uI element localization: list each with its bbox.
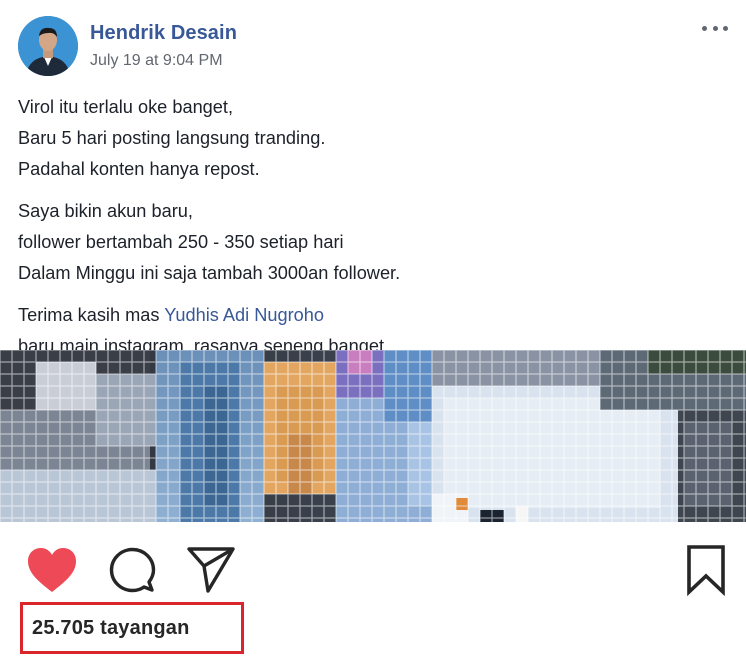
post-timestamp[interactable]: July 19 at 9:04 PM [90, 52, 223, 70]
heart-icon[interactable] [26, 546, 78, 599]
author-name[interactable]: Hendrik Desain [90, 22, 237, 45]
bookmark-icon[interactable] [686, 544, 726, 601]
more-horizontal-icon[interactable] [702, 18, 728, 38]
paragraph: Virol itu terlalu oke banget, Baru 5 har… [18, 92, 728, 185]
text-line: Terima kasih mas Yudhis Adi Nugroho [18, 300, 728, 331]
text-line: Baru 5 hari posting langsung tranding. [18, 128, 326, 148]
post-text: Virol itu terlalu oke banget, Baru 5 har… [18, 92, 728, 373]
post-image-pixelated[interactable] [0, 350, 746, 522]
paragraph: Saya bikin akun baru, follower bertambah… [18, 196, 728, 289]
send-icon[interactable] [186, 544, 236, 599]
mention-link[interactable]: Yudhis Adi Nugroho [164, 305, 324, 325]
views-highlight-box: 25.705 tayangan [20, 602, 244, 654]
comment-icon[interactable] [108, 546, 156, 599]
post-header: Hendrik Desain July 19 at 9:04 PM [18, 16, 728, 78]
text-prefix: Terima kasih mas [18, 305, 165, 325]
text-line: follower bertambah 250 - 350 setiap hari [18, 232, 344, 252]
text-line: Padahal konten hanya repost. [18, 159, 260, 179]
views-count[interactable]: 25.705 tayangan [32, 617, 190, 640]
text-line: Virol itu terlalu oke banget, [18, 97, 234, 117]
avatar[interactable] [18, 16, 78, 76]
text-line: Saya bikin akun baru, [18, 201, 193, 221]
text-line: Dalam Minggu ini saja tambah 3000an foll… [18, 263, 401, 283]
action-bar [0, 540, 746, 600]
